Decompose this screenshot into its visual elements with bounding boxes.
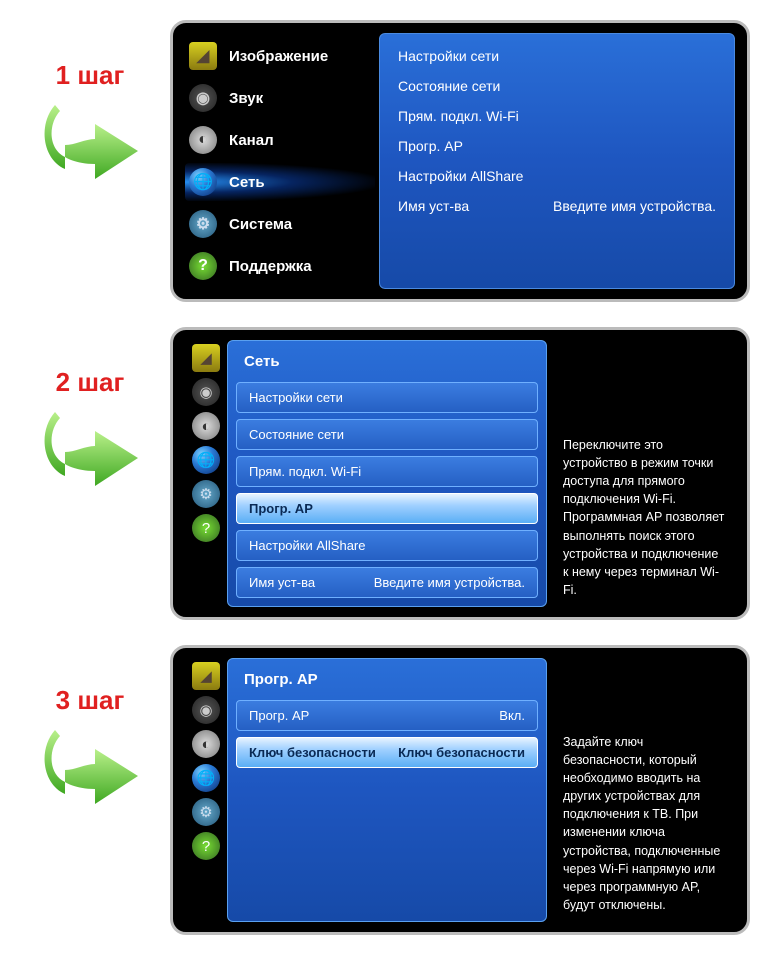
- mini-sidebar: ◢ ◉ ◐ 🌐 ⚙ ?: [185, 340, 227, 607]
- security-key-value: Ключ безопасности: [398, 745, 525, 760]
- arrow-icon: [40, 406, 140, 496]
- submenu-net-status[interactable]: Состояние сети: [398, 78, 716, 94]
- step-3-label-block: 3 шаг: [10, 645, 170, 814]
- sound-icon: ◉: [189, 84, 217, 112]
- mini-sidebar: ◢ ◉ ◐ 🌐 ⚙ ?: [185, 658, 227, 922]
- tv-panel-step2: ◢ ◉ ◐ 🌐 ⚙ ? Сеть Настройки сети Состояни…: [170, 327, 750, 620]
- list-item-net-status[interactable]: Состояние сети: [236, 419, 538, 450]
- softap-panel: Прогр. AP Прогр. AP Вкл. Ключ безопаснос…: [227, 658, 547, 922]
- sidebar-label-system: Система: [229, 216, 292, 233]
- step-1-row: 1 шаг ◢ Изображение ◉ Звук ◐ Канал: [10, 20, 758, 302]
- channel-icon: ◐: [189, 126, 217, 154]
- channel-icon[interactable]: ◐: [192, 412, 220, 440]
- security-key-label: Ключ безопасности: [249, 745, 376, 760]
- device-name-value: Введите имя устройства.: [374, 575, 525, 590]
- picture-icon[interactable]: ◢: [192, 344, 220, 372]
- system-icon: ⚙: [189, 210, 217, 238]
- sidebar-item-channel[interactable]: ◐ Канал: [185, 121, 375, 159]
- sound-icon[interactable]: ◉: [192, 696, 220, 724]
- submenu-soft-ap[interactable]: Прогр. AP: [398, 138, 716, 154]
- tv-panel-step3: ◢ ◉ ◐ 🌐 ⚙ ? Прогр. AP Прогр. AP Вкл. Клю…: [170, 645, 750, 935]
- row-soft-ap-toggle[interactable]: Прогр. AP Вкл.: [236, 700, 538, 731]
- submenu-device-name[interactable]: Имя уст-ва Введите имя устройства.: [398, 198, 716, 214]
- sidebar-label-network: Сеть: [229, 174, 265, 191]
- sidebar-item-sound[interactable]: ◉ Звук: [185, 79, 375, 117]
- channel-icon[interactable]: ◐: [192, 730, 220, 758]
- soft-ap-value: Вкл.: [499, 708, 525, 723]
- list-item-soft-ap[interactable]: Прогр. AP: [236, 493, 538, 524]
- submenu-net-settings[interactable]: Настройки сети: [398, 48, 716, 64]
- tv-panel-step1: ◢ Изображение ◉ Звук ◐ Канал 🌐 Сеть ⚙ Си…: [170, 20, 750, 302]
- soft-ap-label: Прогр. AP: [249, 708, 309, 723]
- picture-icon[interactable]: ◢: [192, 662, 220, 690]
- network-icon[interactable]: 🌐: [192, 446, 220, 474]
- system-icon[interactable]: ⚙: [192, 480, 220, 508]
- step-3-label: 3 шаг: [10, 685, 170, 716]
- network-submenu-panel: Настройки сети Состояние сети Прям. подк…: [379, 33, 735, 289]
- submenu-wifi-direct[interactable]: Прям. подкл. Wi-Fi: [398, 108, 716, 124]
- device-name-label: Имя уст-ва: [398, 198, 469, 214]
- submenu-allshare[interactable]: Настройки AllShare: [398, 168, 716, 184]
- support-icon: ?: [189, 252, 217, 280]
- panel-title: Сеть: [236, 349, 538, 376]
- device-name-value: Введите имя устройства.: [553, 198, 716, 214]
- step-2-row: 2 шаг ◢ ◉ ◐ 🌐 ⚙ ? Сеть Настройки сети Со…: [10, 327, 758, 620]
- step-3-row: 3 шаг ◢ ◉ ◐ 🌐 ⚙ ? Прогр. AP Прогр. AP Вк…: [10, 645, 758, 935]
- step-2-label: 2 шаг: [10, 367, 170, 398]
- support-icon[interactable]: ?: [192, 832, 220, 860]
- list-item-device-name[interactable]: Имя уст-ва Введите имя устройства.: [236, 567, 538, 598]
- sidebar-label-channel: Канал: [229, 132, 274, 149]
- info-text-step3: Задайте ключ безопасности, который необх…: [547, 658, 735, 922]
- system-icon[interactable]: ⚙: [192, 798, 220, 826]
- support-icon[interactable]: ?: [192, 514, 220, 542]
- sidebar-label-support: Поддержка: [229, 258, 312, 275]
- sound-icon[interactable]: ◉: [192, 378, 220, 406]
- step-1-label: 1 шаг: [10, 60, 170, 91]
- panel-title: Прогр. AP: [236, 667, 538, 694]
- list-item-net-settings[interactable]: Настройки сети: [236, 382, 538, 413]
- sidebar-label-picture: Изображение: [229, 48, 328, 65]
- network-icon: 🌐: [189, 168, 217, 196]
- arrow-icon: [40, 724, 140, 814]
- list-item-wifi-direct[interactable]: Прям. подкл. Wi-Fi: [236, 456, 538, 487]
- info-text-step2: Переключите это устройство в режим точки…: [547, 340, 735, 607]
- network-icon[interactable]: 🌐: [192, 764, 220, 792]
- sidebar-item-picture[interactable]: ◢ Изображение: [185, 37, 375, 75]
- sidebar-item-support[interactable]: ? Поддержка: [185, 247, 375, 285]
- sidebar-label-sound: Звук: [229, 90, 263, 107]
- list-item-allshare[interactable]: Настройки AllShare: [236, 530, 538, 561]
- device-name-label: Имя уст-ва: [249, 575, 315, 590]
- step-2-label-block: 2 шаг: [10, 327, 170, 496]
- picture-icon: ◢: [189, 42, 217, 70]
- arrow-icon: [40, 99, 140, 189]
- sidebar-item-system[interactable]: ⚙ Система: [185, 205, 375, 243]
- network-list-panel: Сеть Настройки сети Состояние сети Прям.…: [227, 340, 547, 607]
- row-security-key[interactable]: Ключ безопасности Ключ безопасности: [236, 737, 538, 768]
- step-1-label-block: 1 шаг: [10, 20, 170, 189]
- sidebar-item-network[interactable]: 🌐 Сеть: [185, 163, 375, 201]
- main-sidebar: ◢ Изображение ◉ Звук ◐ Канал 🌐 Сеть ⚙ Си…: [185, 33, 375, 289]
